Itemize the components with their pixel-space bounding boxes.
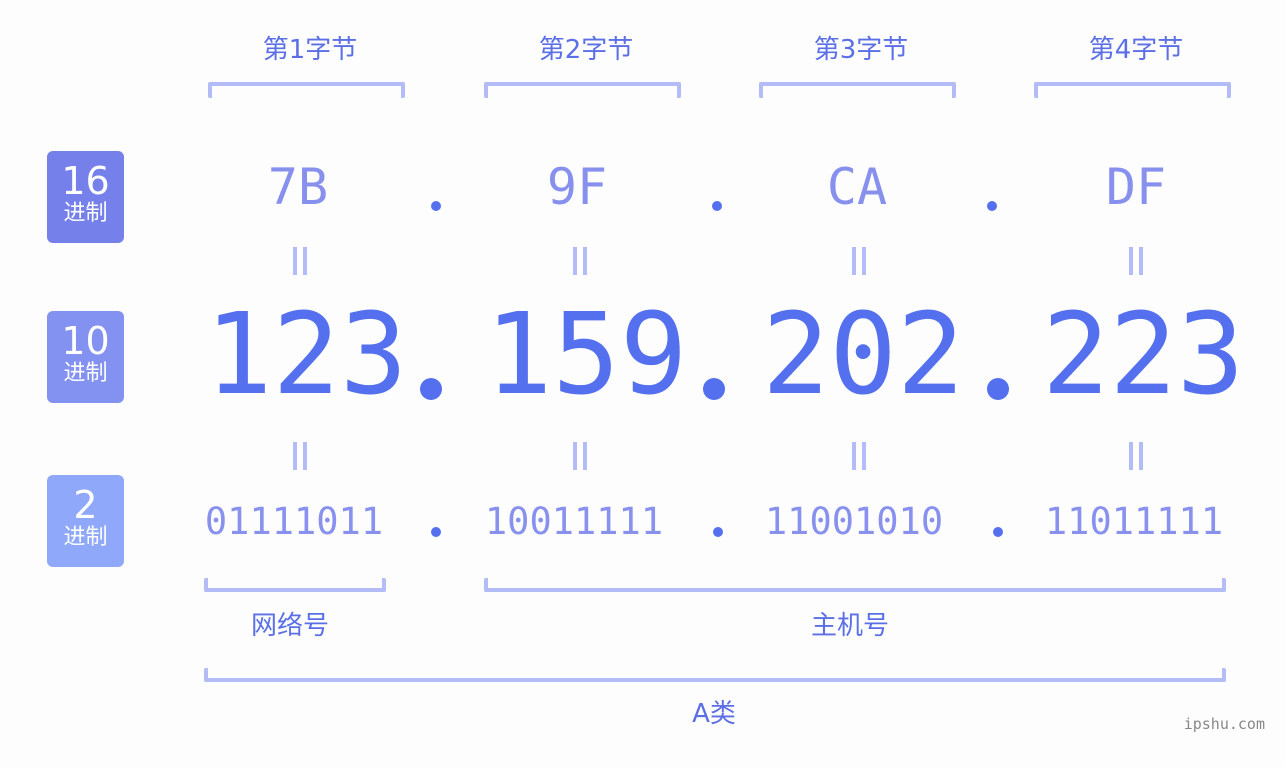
network-label: 网络号 — [250, 611, 329, 641]
byte-4-bin: 11011111 — [1044, 500, 1224, 543]
host-label: 主机号 — [810, 611, 889, 641]
byte-4-title: 第4字节 — [1088, 35, 1184, 65]
hex-separator-dot — [431, 201, 441, 211]
byte-4-bracket — [1034, 82, 1231, 98]
dec-badge: 10 进制 — [47, 311, 124, 403]
equals-icon — [571, 442, 589, 470]
byte-3-bracket — [759, 82, 956, 98]
dec-separator-dot — [703, 378, 725, 400]
byte-1-bracket — [208, 82, 405, 98]
equals-icon — [1127, 247, 1145, 275]
byte-4-dec: 223 — [1042, 290, 1245, 420]
byte-2-hex: 9F — [546, 158, 608, 216]
hex-badge-number: 16 — [61, 159, 110, 203]
byte-2-dec: 159 — [485, 290, 688, 420]
dec-badge-number: 10 — [61, 319, 110, 363]
equals-icon — [571, 247, 589, 275]
network-bracket — [204, 578, 386, 592]
hex-separator-dot — [987, 201, 997, 211]
hex-separator-dot — [712, 201, 722, 211]
equals-icon — [850, 442, 868, 470]
host-bracket — [484, 578, 1226, 592]
class-label: A类 — [692, 699, 736, 729]
bin-badge-label: 进制 — [63, 525, 108, 550]
bin-badge-number: 2 — [73, 483, 98, 527]
equals-icon — [850, 247, 868, 275]
byte-1-title: 第1字节 — [262, 35, 358, 65]
dec-separator-dot — [420, 378, 442, 400]
byte-3-title: 第3字节 — [813, 35, 909, 65]
equals-icon — [291, 442, 309, 470]
byte-2-bin: 10011111 — [484, 500, 664, 543]
dec-separator-dot — [987, 378, 1009, 400]
dec-badge-label: 进制 — [63, 361, 108, 386]
byte-3-bin: 11001010 — [764, 500, 944, 543]
byte-3-hex: CA — [826, 158, 888, 216]
bin-separator-dot — [713, 527, 723, 537]
class-bracket — [204, 668, 1226, 682]
bin-badge: 2 进制 — [47, 475, 124, 567]
equals-icon — [1127, 442, 1145, 470]
byte-1-bin: 01111011 — [204, 500, 384, 543]
hex-badge: 16 进制 — [47, 151, 124, 243]
bin-separator-dot — [431, 527, 441, 537]
byte-2-bracket — [484, 82, 681, 98]
byte-4-hex: DF — [1105, 158, 1167, 216]
bin-separator-dot — [993, 527, 1003, 537]
byte-1-dec: 123 — [205, 290, 408, 420]
byte-2-title: 第2字节 — [538, 35, 634, 65]
byte-1-hex: 7B — [267, 158, 329, 216]
byte-3-dec: 202 — [762, 290, 965, 420]
equals-icon — [291, 247, 309, 275]
hex-badge-label: 进制 — [63, 201, 108, 226]
watermark: ipshu.com — [1183, 715, 1265, 733]
